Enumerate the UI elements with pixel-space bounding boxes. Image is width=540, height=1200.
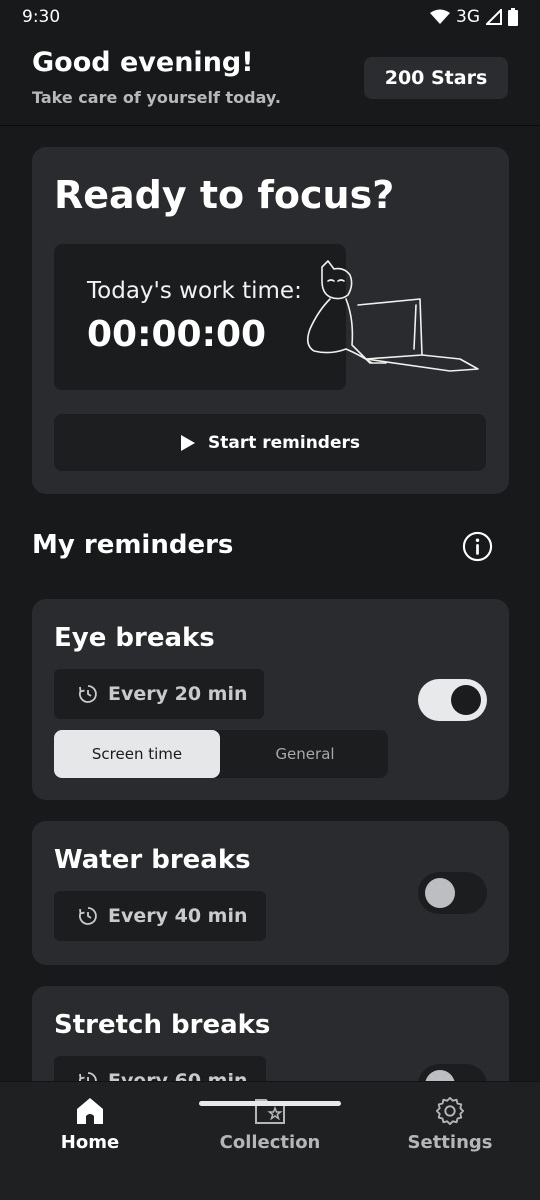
nav-collection[interactable]: Collection (180, 1082, 360, 1172)
interval-label: Every 60 min (108, 1070, 248, 1081)
my-reminders-title: My reminders (32, 530, 234, 560)
interval-chip[interactable]: Every 20 min (54, 669, 264, 719)
home-indicator[interactable] (199, 1101, 341, 1106)
home-icon (77, 1098, 103, 1124)
segment-screen-time[interactable]: Screen time (54, 730, 220, 778)
work-time-label: Today's work time: (87, 278, 302, 304)
toggle-knob (425, 878, 455, 908)
nav-label: Collection (219, 1132, 321, 1153)
focus-card: Ready to focus? Today's work time: 00:00… (32, 147, 509, 494)
reminder-card-eye-breaks[interactable]: Eye breaks Every 20 min Screen time Gene… (32, 599, 509, 800)
reminder-title: Stretch breaks (54, 1010, 271, 1040)
water-breaks-toggle[interactable] (418, 872, 487, 914)
interval-label: Every 20 min (108, 683, 248, 705)
stretch-breaks-toggle[interactable] (418, 1064, 487, 1081)
start-reminders-label: Start reminders (207, 432, 361, 453)
battery-icon (508, 8, 518, 26)
status-icons: 3G (430, 7, 518, 27)
gear-icon (435, 1096, 465, 1126)
nav-settings[interactable]: Settings (360, 1082, 540, 1172)
info-icon[interactable] (462, 531, 493, 562)
eye-breaks-toggle[interactable] (418, 679, 487, 721)
network-type: 3G (456, 7, 480, 27)
stars-button[interactable]: 200 Stars (364, 57, 508, 99)
toggle-knob (451, 685, 481, 715)
reminder-title: Water breaks (54, 845, 251, 875)
work-time-value: 00:00:00 (87, 314, 267, 355)
status-bar: 9:30 3G (0, 0, 540, 34)
interval-chip[interactable]: Every 40 min (54, 891, 266, 941)
toggle-knob (425, 1070, 455, 1081)
timer-icon (79, 907, 97, 925)
mode-segmented-control: Screen time General (54, 730, 388, 778)
play-icon (180, 434, 195, 451)
greeting-title: Good evening! (32, 47, 254, 78)
segment-general[interactable]: General (222, 730, 388, 778)
reminder-card-water-breaks[interactable]: Water breaks Every 40 min (32, 821, 509, 965)
reminder-title: Eye breaks (54, 623, 215, 653)
signal-icon (486, 9, 502, 25)
focus-title: Ready to focus? (54, 173, 395, 217)
timer-icon (79, 1072, 97, 1081)
nav-label: Home (60, 1132, 120, 1153)
start-reminders-button[interactable]: Start reminders (54, 414, 486, 471)
timer-icon (79, 685, 97, 703)
greeting-subtitle: Take care of yourself today. (32, 88, 281, 107)
header: Good evening! Take care of yourself toda… (0, 34, 540, 126)
nav-label: Settings (407, 1132, 493, 1153)
reminder-card-stretch-breaks[interactable]: Stretch breaks Every 60 min (32, 986, 509, 1081)
status-time: 9:30 (22, 7, 61, 27)
wifi-icon (430, 9, 450, 24)
nav-home[interactable]: Home (0, 1082, 180, 1172)
interval-chip[interactable]: Every 60 min (54, 1056, 266, 1081)
cat-laptop-illustration (306, 260, 479, 372)
main-content[interactable]: Ready to focus? Today's work time: 00:00… (0, 126, 540, 1081)
interval-label: Every 40 min (108, 905, 248, 927)
bottom-navigation: Home Collection Settings (0, 1081, 540, 1200)
